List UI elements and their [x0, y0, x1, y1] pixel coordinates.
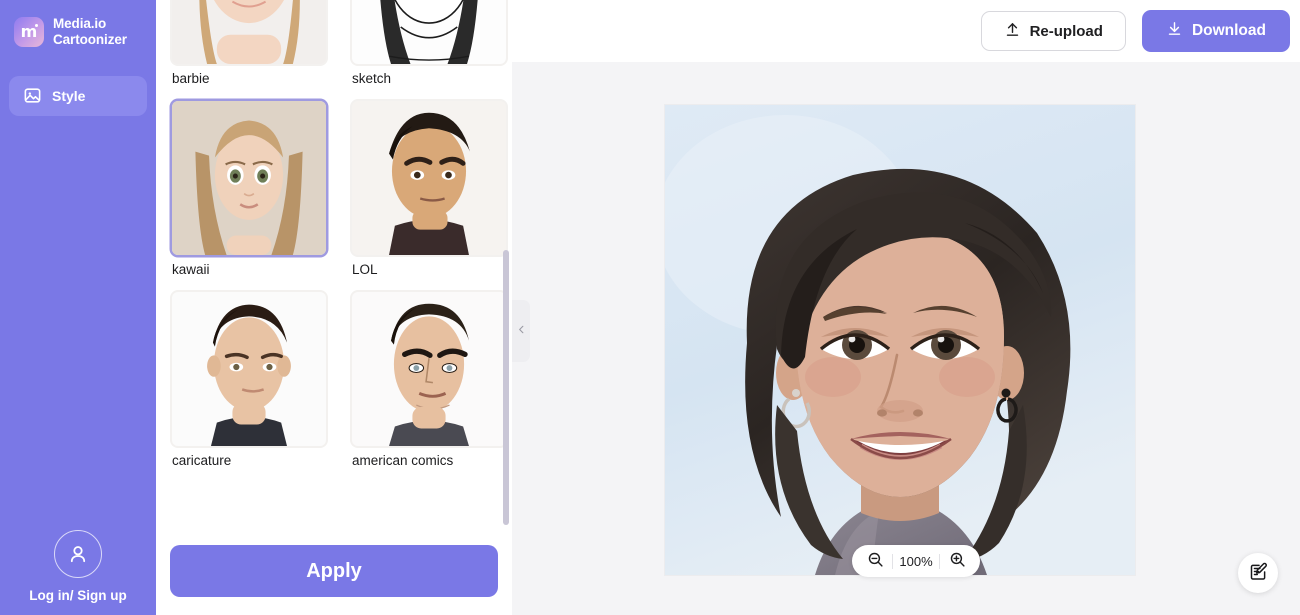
brand-title: Media.io Cartoonizer: [53, 16, 127, 48]
style-label-american-comics: american comics: [352, 453, 454, 469]
style-list: barbie sketch kawaii LOL caricature amer…: [156, 0, 512, 527]
login-signup-button[interactable]: Log in/ Sign up: [0, 530, 156, 603]
download-label: Download: [1191, 22, 1266, 39]
style-list-scrollbar[interactable]: [503, 250, 509, 525]
logo-dot: [35, 23, 38, 27]
reupload-label: Re-upload: [1029, 22, 1103, 40]
download-button[interactable]: Download: [1141, 10, 1290, 52]
logo-glyph: m: [20, 22, 38, 42]
style-label-kawaii: kawaii: [172, 262, 210, 278]
portrait-image: [665, 105, 1135, 575]
image-icon: [23, 86, 42, 105]
preview-canvas: 100%: [512, 62, 1300, 615]
brand: m Media.io Cartoonizer: [0, 0, 156, 48]
zoom-level-label: 100%: [899, 553, 933, 569]
style-thumb-american-comics: [350, 290, 508, 449]
brand-line-2: Cartoonizer: [53, 31, 127, 47]
zoom-in-button[interactable]: [942, 546, 972, 576]
apply-bar: Apply: [156, 527, 512, 615]
zoom-in-icon: [949, 551, 966, 571]
media-io-logo-icon: m: [14, 16, 44, 47]
apply-button[interactable]: Apply: [170, 545, 498, 597]
sidebar: m Media.io Cartoonizer Style Log in/ Sig…: [0, 0, 156, 615]
style-thumb-lol: [350, 99, 508, 258]
upload-icon: [1004, 21, 1021, 42]
style-thumb-kawaii: [170, 99, 328, 258]
zoom-out-icon: [867, 551, 884, 571]
style-label-lol: LOL: [352, 262, 378, 278]
collapse-panel-handle[interactable]: [512, 300, 530, 362]
chevron-left-icon: [516, 322, 527, 340]
brand-line-1: Media.io: [53, 16, 107, 31]
app-root: m Media.io Cartoonizer Style Log in/ Sig…: [0, 0, 1300, 615]
style-card-american-comics[interactable]: american comics: [350, 290, 508, 473]
feedback-note-icon: [1248, 561, 1269, 585]
download-icon: [1166, 20, 1183, 42]
style-panel: barbie sketch kawaii LOL caricature amer…: [156, 0, 512, 615]
style-thumb-barbie: [170, 0, 328, 66]
style-thumb-sketch: [350, 0, 508, 66]
sidebar-item-style-label: Style: [52, 87, 86, 104]
zoom-divider-right: [939, 553, 940, 569]
style-grid: barbie sketch kawaii LOL caricature amer…: [156, 0, 512, 474]
zoom-divider-left: [892, 553, 893, 569]
style-card-sketch[interactable]: sketch: [350, 0, 508, 91]
style-label-barbie: barbie: [172, 71, 210, 86]
feedback-button[interactable]: [1238, 553, 1278, 593]
sidebar-nav: Style: [0, 75, 156, 116]
style-thumb-caricature: [170, 290, 328, 449]
sidebar-item-style[interactable]: Style: [9, 75, 147, 116]
zoom-controls: 100%: [852, 545, 980, 577]
top-toolbar: Re-upload Download: [512, 0, 1300, 62]
cartoonized-portrait[interactable]: [665, 105, 1135, 575]
style-card-barbie[interactable]: barbie: [170, 0, 328, 91]
style-label-caricature: caricature: [172, 453, 232, 469]
style-card-lol[interactable]: LOL: [350, 99, 508, 282]
reupload-button[interactable]: Re-upload: [980, 11, 1126, 51]
zoom-out-button[interactable]: [860, 546, 890, 576]
style-card-caricature[interactable]: caricature: [170, 290, 328, 473]
main-area: Re-upload Download 100%: [512, 0, 1300, 615]
login-signup-label: Log in/ Sign up: [29, 588, 127, 603]
style-card-kawaii[interactable]: kawaii: [170, 99, 328, 282]
user-avatar-icon: [54, 530, 102, 578]
style-label-sketch: sketch: [352, 71, 392, 86]
